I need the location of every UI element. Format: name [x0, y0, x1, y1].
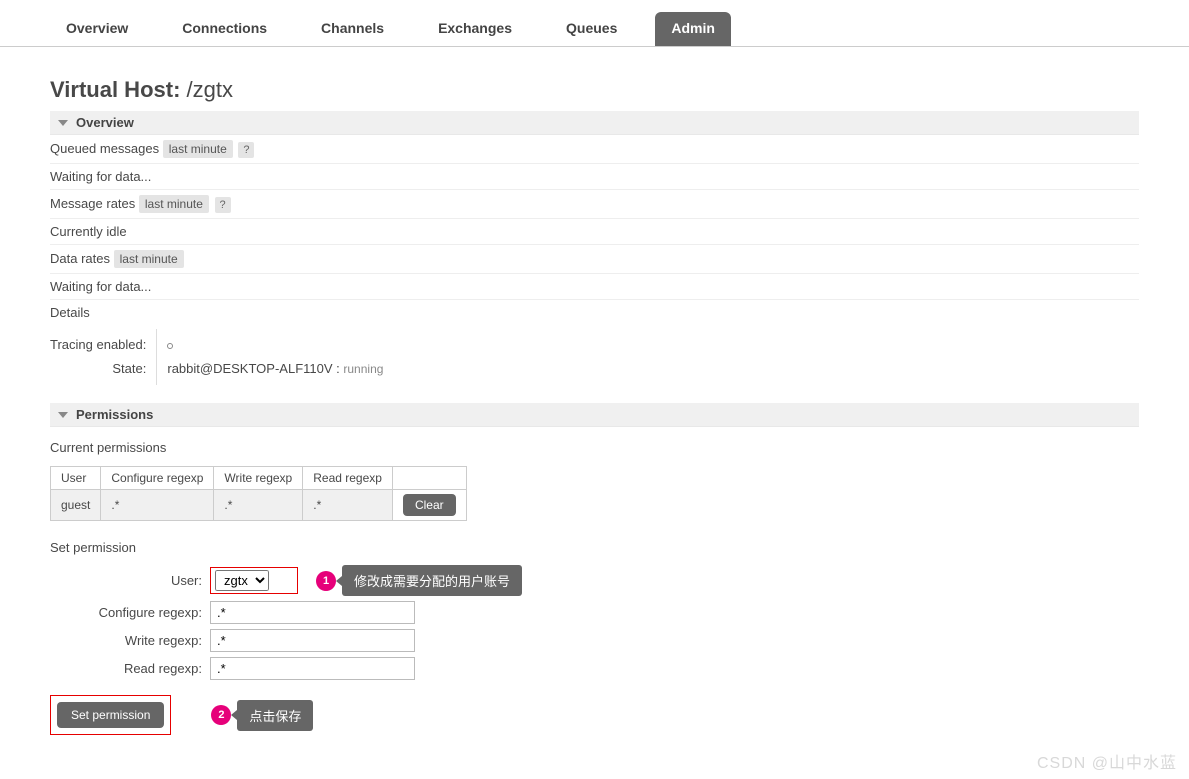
write-label: Write regexp:	[50, 633, 210, 648]
datarates-label: Data rates	[50, 251, 110, 266]
data-rates-row: Data rates last minute	[50, 245, 1139, 274]
datarates-period-selector[interactable]: last minute	[114, 250, 184, 268]
annotation-1-text: 修改成需要分配的用户账号	[342, 565, 522, 596]
cell-configure: .*	[101, 490, 214, 521]
row-write: Write regexp:	[50, 629, 1139, 652]
set-permission-button[interactable]: Set permission	[57, 702, 164, 728]
tab-admin[interactable]: Admin	[655, 12, 731, 46]
page-title: Virtual Host: /zgtx	[50, 77, 1139, 103]
tab-connections[interactable]: Connections	[166, 12, 283, 46]
chevron-down-icon	[58, 120, 68, 126]
annotation-2-text: 点击保存	[237, 700, 313, 731]
annotation-1: 1 修改成需要分配的用户账号	[316, 565, 522, 596]
row-configure: Configure regexp:	[50, 601, 1139, 624]
section-overview-title: Overview	[76, 115, 134, 130]
annotation-1-num: 1	[316, 571, 336, 591]
details-table: Tracing enabled: State: rabbit@DESKTOP-A…	[50, 329, 1139, 385]
state-status: running	[343, 362, 383, 376]
chevron-down-icon	[58, 412, 68, 418]
annotation-2-num: 2	[211, 705, 231, 725]
msgrates-period-selector[interactable]: last minute	[139, 195, 209, 213]
col-user: User	[51, 467, 101, 490]
message-rates-row: Message rates last minute ?	[50, 190, 1139, 219]
tab-overview[interactable]: Overview	[50, 12, 144, 46]
waiting-text-1: Waiting for data...	[50, 164, 1139, 190]
idle-text: Currently idle	[50, 219, 1139, 245]
table-row: guest .* .* .* Clear	[51, 490, 467, 521]
details-label: Details	[50, 300, 1139, 325]
section-overview-header[interactable]: Overview	[50, 111, 1139, 135]
row-read: Read regexp:	[50, 657, 1139, 680]
watermark: CSDN @山中水蓝	[1037, 749, 1177, 773]
state-label: State:	[50, 357, 146, 381]
col-write: Write regexp	[214, 467, 303, 490]
tab-queues[interactable]: Queues	[550, 12, 633, 46]
cell-write: .*	[214, 490, 303, 521]
help-icon[interactable]: ?	[215, 197, 231, 213]
configure-label: Configure regexp:	[50, 605, 210, 620]
user-label: User:	[50, 573, 210, 588]
waiting-text-2: Waiting for data...	[50, 274, 1139, 300]
section-permissions-header[interactable]: Permissions	[50, 403, 1139, 427]
title-prefix: Virtual Host:	[50, 77, 187, 102]
state-node: rabbit@DESKTOP-ALF110V :	[167, 361, 339, 376]
read-input[interactable]	[210, 657, 415, 680]
col-configure: Configure regexp	[101, 467, 214, 490]
row-user: User: zgtx 1 修改成需要分配的用户账号	[50, 565, 1139, 596]
nav-tabs: Overview Connections Channels Exchanges …	[0, 0, 1189, 47]
queued-messages-row: Queued messages last minute ?	[50, 135, 1139, 164]
state-value: rabbit@DESKTOP-ALF110V : running	[167, 357, 383, 381]
permissions-table: User Configure regexp Write regexp Read …	[50, 466, 467, 521]
title-path: /zgtx	[187, 77, 233, 102]
read-label: Read regexp:	[50, 661, 210, 676]
queued-messages-label: Queued messages	[50, 141, 159, 156]
msgrates-label: Message rates	[50, 196, 135, 211]
annotation-2: 2 点击保存	[211, 700, 313, 731]
annotation-highlight-2: Set permission	[50, 695, 171, 735]
circle-icon	[167, 343, 173, 349]
col-read: Read regexp	[303, 467, 393, 490]
cell-user[interactable]: guest	[51, 490, 101, 521]
tab-exchanges[interactable]: Exchanges	[422, 12, 528, 46]
set-permission-label: Set permission	[50, 535, 1139, 560]
queued-period-selector[interactable]: last minute	[163, 140, 233, 158]
tracing-label: Tracing enabled:	[50, 333, 146, 357]
help-icon[interactable]: ?	[238, 142, 254, 158]
configure-input[interactable]	[210, 601, 415, 624]
cell-read: .*	[303, 490, 393, 521]
write-input[interactable]	[210, 629, 415, 652]
clear-button[interactable]: Clear	[403, 494, 456, 516]
user-select[interactable]: zgtx	[215, 570, 269, 591]
section-permissions-title: Permissions	[76, 407, 153, 422]
current-permissions-label: Current permissions	[50, 435, 1139, 460]
tab-channels[interactable]: Channels	[305, 12, 400, 46]
tracing-value	[167, 333, 383, 357]
annotation-highlight-1: zgtx	[210, 567, 298, 594]
